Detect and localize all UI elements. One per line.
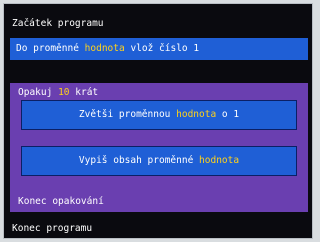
increment-prefix: Zvětši proměnnou [78, 109, 171, 120]
program-start-label: Začátek programu [12, 18, 104, 29]
assign-suffix: vlož číslo 1 [130, 43, 200, 54]
assign-block: Do proměnné hodnota vlož číslo 1 [10, 38, 308, 60]
print-prefix: Vypiš obsah proměnné [78, 155, 194, 166]
assign-prefix: Do proměnné [16, 43, 79, 54]
loop-header: Opakuj 10 krát [18, 87, 98, 99]
assign-variable: hodnota [84, 43, 125, 54]
loop-prefix: Opakuj [18, 87, 53, 98]
print-block: Vypiš obsah proměnné hodnota [21, 146, 297, 176]
loop-suffix: krát [75, 87, 99, 98]
increment-block: Zvětši proměnnou hodnota o 1 [21, 100, 297, 130]
loop-block: Opakuj 10 krát Zvětši proměnnou hodnota … [10, 83, 308, 212]
program-diagram: Začátek programu Do proměnné hodnota vlo… [3, 3, 313, 239]
assign-text: Do proměnné hodnota vlož číslo 1 [16, 43, 199, 55]
program-end-label: Konec programu [12, 223, 93, 234]
print-variable: hodnota [199, 155, 240, 166]
loop-count: 10 [58, 87, 70, 98]
increment-suffix: o 1 [221, 109, 240, 120]
loop-end-label: Konec opakování [18, 196, 104, 207]
increment-variable: hodnota [176, 109, 217, 120]
